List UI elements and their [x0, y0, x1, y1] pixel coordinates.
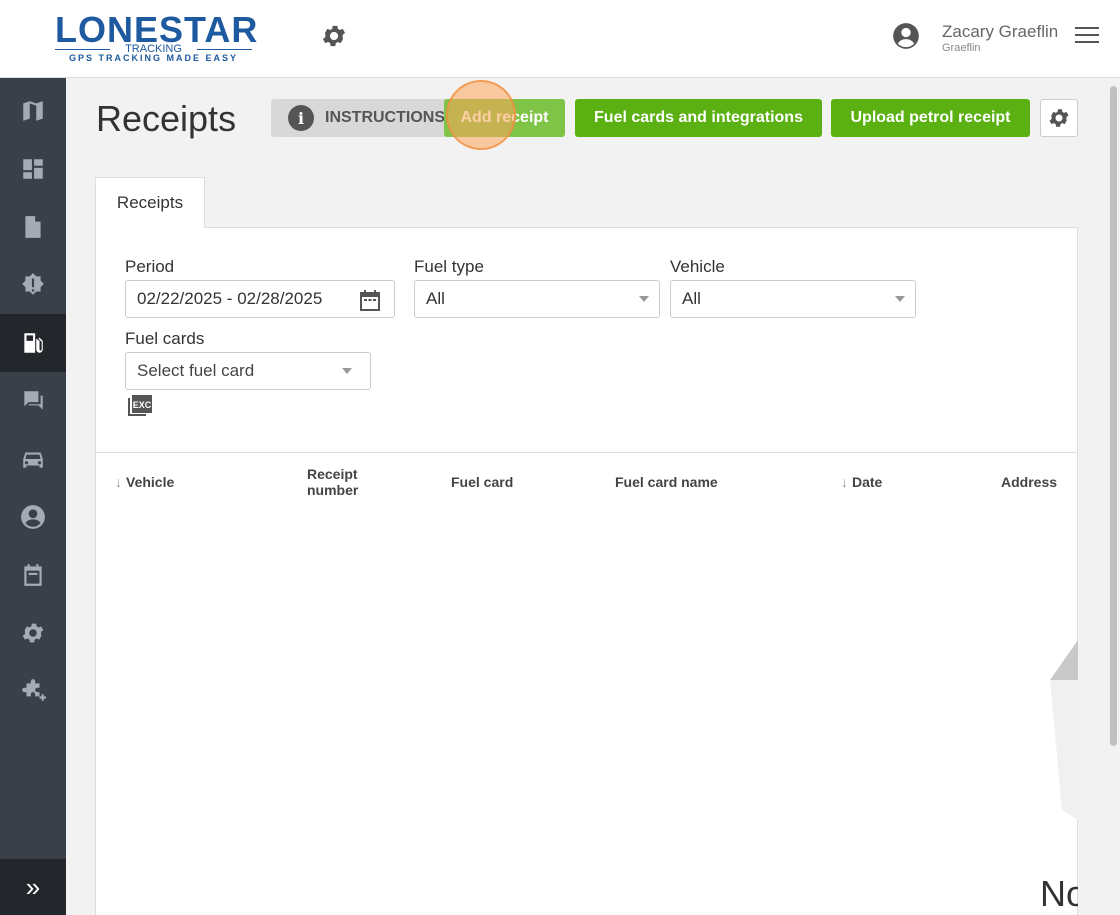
sidebar-item-vehicles[interactable] [0, 430, 66, 488]
car-icon [23, 452, 43, 468]
vehicle-select[interactable]: All [670, 280, 916, 318]
map-icon [23, 101, 43, 121]
vehicle-label: Vehicle [670, 257, 725, 276]
fuel-type-select[interactable]: All [414, 280, 660, 318]
user-name[interactable]: Zacary Graeflin [942, 22, 1058, 42]
document-icon [25, 216, 41, 238]
instructions-label: INSTRUCTIONS [325, 109, 445, 126]
sidebar-item-integrations[interactable] [0, 662, 66, 720]
chat-icon [24, 391, 43, 410]
column-header-receipt-number[interactable]: Receipt number [307, 466, 377, 498]
sidebar-item-settings[interactable] [0, 604, 66, 662]
sidebar-item-alerts[interactable] [0, 256, 66, 314]
column-header-fuel-card-name[interactable]: Fuel card name [615, 474, 718, 490]
fuel-cards-button[interactable]: Fuel cards and integrations [575, 99, 822, 137]
vehicle-value: All [682, 289, 701, 308]
user-avatar-icon[interactable] [892, 22, 920, 50]
excel-icon-text: EXC [133, 400, 152, 410]
dashboard-icon [23, 159, 43, 179]
scroll-thumb[interactable] [1110, 86, 1117, 746]
gear-icon [1049, 109, 1069, 127]
empty-state-illustration [1050, 640, 1078, 820]
logo-tagline: GPS TRACKING MADE EASY [68, 53, 238, 63]
sidebar-item-fuel[interactable] [0, 314, 66, 372]
fuel-type-value: All [426, 289, 445, 308]
fuel-icon [24, 333, 43, 353]
page-title: Receipts [96, 98, 237, 139]
receipts-panel [95, 227, 1078, 915]
sort-arrow-icon: ↓ [841, 474, 848, 490]
fuel-card-select[interactable]: Select fuel card [125, 352, 371, 390]
sidebar-item-reports[interactable] [0, 198, 66, 256]
calendar-icon[interactable] [358, 289, 382, 311]
chevron-down-icon [895, 296, 905, 302]
alert-icon [22, 273, 44, 295]
puzzle-icon [22, 679, 46, 701]
add-receipt-button[interactable]: Add receipt [444, 99, 565, 137]
sidebar-item-dashboard[interactable] [0, 140, 66, 198]
fuel-type-label: Fuel type [414, 257, 484, 276]
fuel-cards-label: Fuel cards [125, 329, 205, 348]
tab-receipts[interactable]: Receipts [95, 177, 205, 228]
info-icon: i [288, 105, 314, 131]
page-settings-button[interactable] [1040, 99, 1078, 137]
top-bar: LONESTAR TRACKING GPS TRACKING MADE EASY… [0, 0, 1120, 78]
sidebar-item-map[interactable] [0, 82, 66, 140]
menu-icon[interactable] [1075, 27, 1099, 47]
period-value: 02/22/2025 - 02/28/2025 [137, 289, 323, 308]
excel-export-icon[interactable]: EXC [126, 394, 153, 418]
lonestar-logo[interactable]: LONESTAR TRACKING GPS TRACKING MADE EASY [55, 12, 257, 64]
sidebar: » [0, 78, 66, 915]
column-header-vehicle[interactable]: ↓ Vehicle [115, 474, 174, 490]
empty-state-text: No [1040, 873, 1078, 914]
user-icon [21, 505, 45, 529]
fuel-card-placeholder: Select fuel card [137, 361, 255, 380]
column-header-fuel-card[interactable]: Fuel card [451, 474, 513, 490]
upload-petrol-receipt-button[interactable]: Upload petrol receipt [831, 99, 1030, 137]
chevron-down-icon [342, 368, 352, 374]
sidebar-item-messages[interactable] [0, 372, 66, 430]
gear-icon[interactable] [320, 22, 348, 50]
sidebar-expand-button[interactable]: » [0, 859, 66, 915]
page-scrollbar[interactable] [1106, 78, 1120, 915]
sort-arrow-icon: ↓ [115, 474, 122, 490]
chevron-down-icon [639, 296, 649, 302]
column-header-date[interactable]: ↓ Date [841, 474, 882, 490]
period-label: Period [125, 257, 175, 276]
calendar-icon [24, 564, 42, 586]
table-divider [96, 452, 1077, 453]
column-header-address[interactable]: Address [1001, 474, 1057, 490]
user-account: Graeflin [942, 42, 981, 54]
instructions-button[interactable]: i INSTRUCTIONS [271, 99, 451, 137]
period-field[interactable]: 02/22/2025 - 02/28/2025 [125, 280, 395, 318]
sidebar-item-calendar[interactable] [0, 546, 66, 604]
sidebar-item-users[interactable] [0, 488, 66, 546]
gear-icon [22, 623, 44, 643]
